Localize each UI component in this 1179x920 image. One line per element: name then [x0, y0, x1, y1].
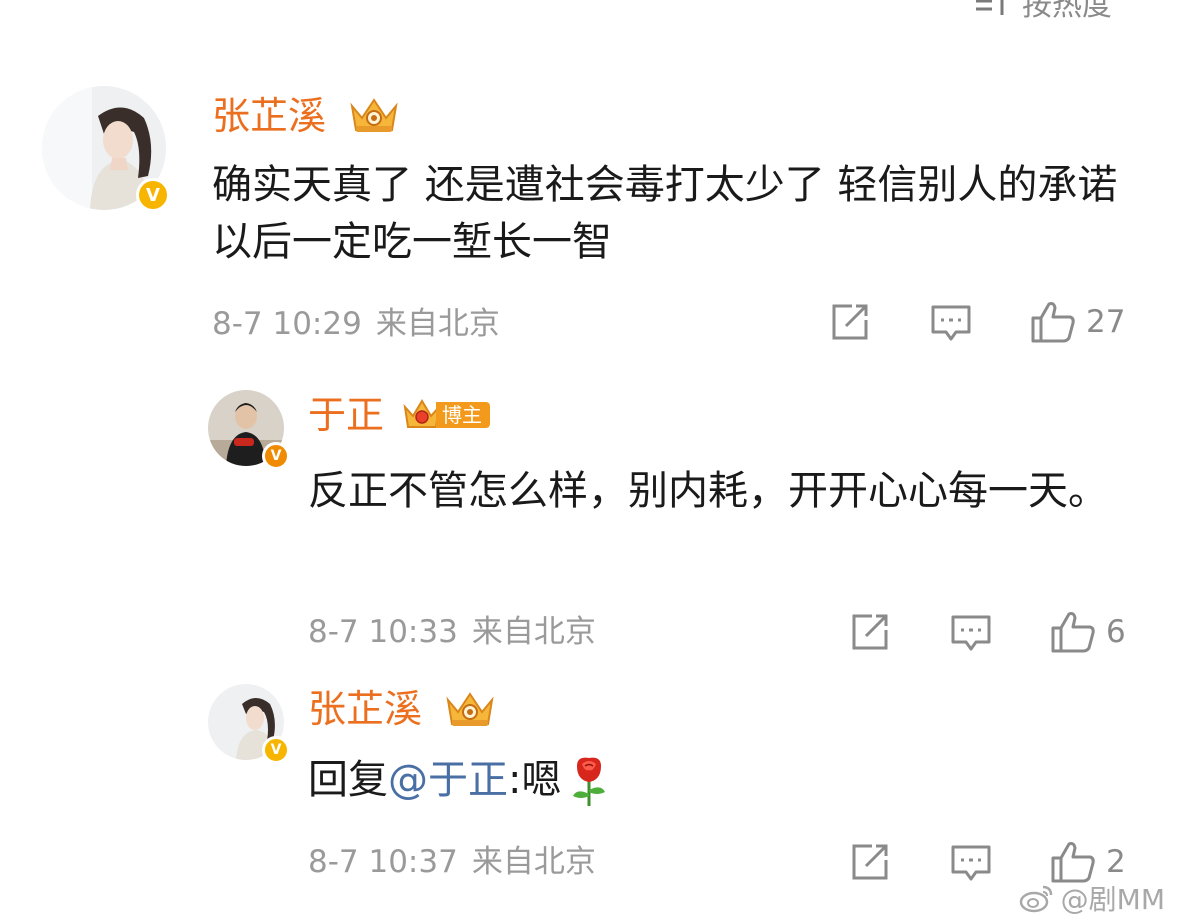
comment-icon [931, 305, 971, 341]
verified-icon: V [262, 736, 290, 764]
mention-link[interactable]: @于正 [388, 752, 508, 809]
reply-text: :嗯 [508, 757, 562, 803]
share-icon [832, 304, 868, 340]
like-count: 27 [1086, 304, 1126, 340]
watermark-handle: @剧MM [1060, 883, 1165, 916]
comment-date: 8-7 10:29 [212, 306, 362, 342]
like-button[interactable]: 6 [1050, 610, 1126, 654]
crown-icon [350, 98, 398, 132]
share-button[interactable] [830, 302, 870, 342]
verified-icon: V [262, 442, 290, 470]
comment-icon [951, 615, 991, 651]
reply-prefix: 回复 [308, 757, 388, 803]
comment-meta: 8-7 10:33 来自北京 [308, 612, 596, 652]
comment-date: 8-7 10:33 [308, 614, 458, 650]
comment-location: 来自北京 [471, 614, 596, 650]
comment-button[interactable] [930, 302, 972, 344]
comment-text: 确实天真了 还是遭社会毒打太少了 轻信别人的承诺 以后一定吃一堑长一智 [212, 162, 1118, 265]
rose-emoji-icon [573, 757, 606, 806]
like-icon [1051, 612, 1095, 653]
comment-meta: 8-7 10:29 来自北京 [212, 304, 500, 344]
share-button[interactable] [850, 842, 890, 882]
weibo-logo-icon [1019, 885, 1052, 913]
comment-button[interactable] [950, 612, 992, 654]
share-button[interactable] [850, 612, 890, 652]
username[interactable]: 于正 [308, 393, 384, 437]
blogger-badge: 博主 [402, 399, 490, 430]
like-icon [1031, 302, 1075, 343]
blogger-tag-label: 博主 [436, 402, 490, 428]
watermark: @剧MM [1019, 878, 1165, 918]
share-icon [852, 614, 888, 650]
comment-text: 回复 @于正:嗯 [308, 752, 1128, 809]
comment-meta: 8-7 10:37 来自北京 [308, 842, 596, 882]
share-icon [852, 844, 888, 880]
avatar[interactable]: V [208, 684, 290, 764]
like-count: 6 [1106, 614, 1126, 650]
username[interactable]: 张芷溪 [212, 94, 326, 138]
crown-icon [446, 692, 494, 726]
comment-icon [951, 845, 991, 881]
comment-text: 反正不管怎么样，别内耗，开开心心每一天。 [308, 468, 1108, 514]
sort-toggle[interactable]: 按热度 [972, 0, 1112, 23]
comment-button[interactable] [950, 842, 992, 884]
comment-location: 来自北京 [471, 844, 596, 880]
comment-location: 来自北京 [375, 306, 500, 342]
sort-icon [972, 0, 1012, 19]
comment-date: 8-7 10:37 [308, 844, 458, 880]
like-count: 2 [1106, 844, 1126, 880]
like-button[interactable]: 27 [1030, 300, 1125, 344]
avatar[interactable]: V [42, 86, 170, 212]
sort-label: 按热度 [1022, 0, 1112, 23]
username[interactable]: 张芷溪 [308, 687, 422, 731]
verified-icon: V [136, 178, 170, 212]
avatar[interactable]: V [208, 390, 290, 470]
